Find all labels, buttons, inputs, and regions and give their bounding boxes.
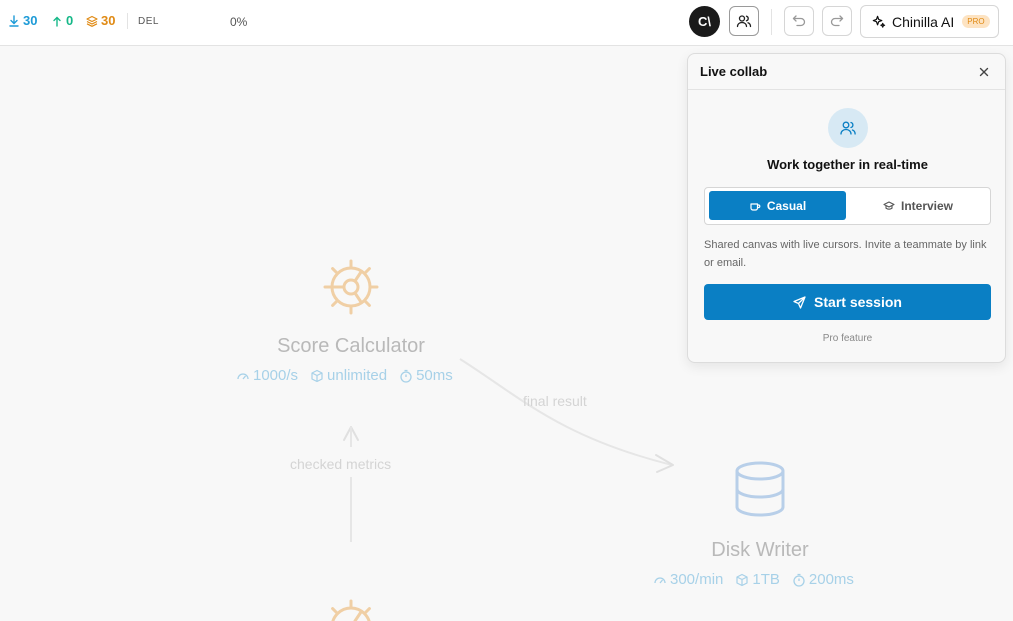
panel-heading: Work together in real-time xyxy=(767,157,928,172)
node-title-score-calculator[interactable]: Score Calculator xyxy=(251,335,451,358)
box-icon xyxy=(311,369,323,382)
start-session-label: Start session xyxy=(814,294,902,310)
logo-text: C\ xyxy=(698,14,711,29)
upload-icon xyxy=(53,16,61,27)
box-icon xyxy=(736,573,748,586)
undo-button[interactable] xyxy=(784,6,814,36)
gauge-icon xyxy=(654,576,666,583)
live-collab-button[interactable] xyxy=(729,6,759,36)
node-latency: 50ms xyxy=(416,367,453,384)
edge-label-checked-metrics: checked metrics xyxy=(290,456,392,472)
edge-label-final-result: final result xyxy=(523,393,587,409)
edge-final-result xyxy=(459,358,673,466)
users-icon xyxy=(736,15,752,28)
node-latency: 200ms xyxy=(808,571,854,588)
node-title-disk-writer[interactable]: Disk Writer xyxy=(660,539,860,562)
chinilla-ai-button[interactable]: Chinilla AI PRO xyxy=(860,5,999,38)
node-capacity: unlimited xyxy=(327,367,388,384)
gear-icon xyxy=(331,599,371,621)
divider xyxy=(771,9,772,35)
mode-interview-option[interactable]: Interview xyxy=(849,191,987,220)
send-icon xyxy=(793,295,806,309)
downloads-count: 30 xyxy=(23,13,38,28)
node-stats-score-calculator: 1000/s unlimited 50ms xyxy=(236,367,453,384)
gauge-icon xyxy=(237,372,249,379)
pro-feature-note: Pro feature xyxy=(822,333,873,344)
node-rate: 300/min xyxy=(670,571,724,588)
gear-icon xyxy=(323,259,379,315)
panel-header: Live collab xyxy=(688,54,1005,90)
progress-percent: 0% xyxy=(230,15,248,29)
close-icon xyxy=(979,67,989,76)
timer-icon xyxy=(400,369,412,383)
timer-icon xyxy=(793,573,805,587)
divider xyxy=(127,13,128,29)
node-stats-disk-writer: 300/min 1TB 200ms xyxy=(653,571,854,588)
mode-interview-label: Interview xyxy=(900,198,954,213)
collab-hero-icon xyxy=(828,108,868,148)
del-label[interactable]: DEL xyxy=(138,16,159,27)
top-toolbar: 30 0 30 DEL 0% C\ Chinilla AI PRO xyxy=(0,0,1013,46)
node-rate: 1000/s xyxy=(253,367,299,384)
database-icon xyxy=(735,461,785,517)
redo-button[interactable] xyxy=(822,6,852,36)
layers-icon xyxy=(86,15,98,27)
mode-toggle: Casual Interview xyxy=(704,187,991,225)
app-logo-button[interactable]: C\ xyxy=(689,6,720,37)
uploads-count: 0 xyxy=(66,13,74,28)
sparkles-icon xyxy=(872,15,886,28)
downloads-stat: 30 xyxy=(8,13,37,28)
panel-title: Live collab xyxy=(700,64,768,79)
mode-casual-label: Casual xyxy=(766,198,807,213)
layers-count: 30 xyxy=(101,13,116,28)
uploads-stat: 0 xyxy=(51,13,73,28)
panel-description: Shared canvas with live cursors. Invite … xyxy=(704,239,987,269)
undo-icon xyxy=(792,15,806,27)
redo-icon xyxy=(830,15,844,27)
graduation-cap-icon xyxy=(883,200,895,210)
download-icon xyxy=(9,14,19,27)
ai-button-label: Chinilla AI xyxy=(892,13,955,30)
users-icon xyxy=(840,121,856,135)
start-session-button[interactable]: Start session xyxy=(704,284,991,320)
coffee-icon xyxy=(750,202,761,211)
layers-stat: 30 xyxy=(86,13,115,28)
mode-casual-option[interactable]: Casual xyxy=(709,191,846,220)
pro-badge: PRO xyxy=(962,15,990,28)
live-collab-panel: Live collab Work together in real-time C… xyxy=(687,53,1006,363)
node-capacity: 1TB xyxy=(752,571,780,588)
close-button[interactable] xyxy=(975,63,993,81)
